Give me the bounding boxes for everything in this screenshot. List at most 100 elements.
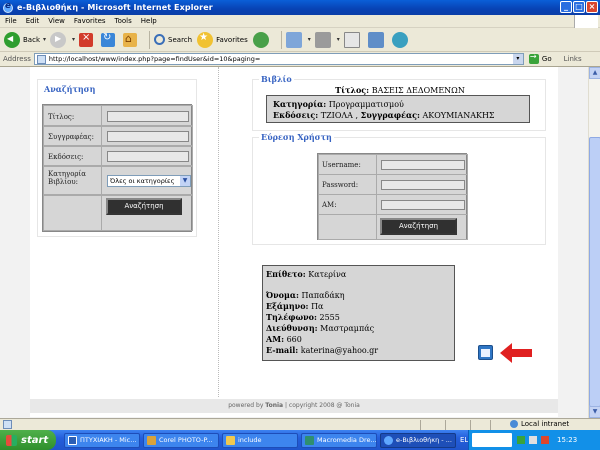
menu-file[interactable]: File [5,17,17,25]
book-title-line: Τίτλος: ΒΑΣΕΙΣ ΔΕΔΟΜΕΝΩΝ [335,85,465,95]
history-icon [252,31,269,48]
result-name: Παπαδάκη [301,291,345,300]
task-corel[interactable]: Corel PHOTO-P... [143,432,219,448]
username-input[interactable] [381,160,465,170]
close-button[interactable]: × [586,1,598,13]
tray-app-icon[interactable] [472,433,512,447]
word-icon [68,435,77,445]
discuss-button[interactable] [367,31,387,48]
password-input[interactable] [381,180,465,190]
search-icon [154,34,166,45]
dreamweaver-icon [305,435,314,445]
menu-tools[interactable]: Tools [115,17,132,25]
book-section-title: Βιβλίο [259,74,294,84]
minimize-button[interactable]: _ [560,1,572,13]
go-button[interactable]: Go [528,52,552,64]
author-row: Συγγραφέας: [43,125,193,147]
book-info-box: Βιβλίο Τίτλος: ΒΑΣΕΙΣ ΔΕΔΟΜΕΝΩΝ Κατηγορί… [252,74,546,131]
username-label: Username: [318,154,376,175]
refresh-button[interactable] [101,32,118,47]
category-select[interactable]: Όλες οι κατηγορίες ▼ [107,175,191,187]
scroll-down-icon[interactable]: ▼ [589,406,600,418]
task-dreamweaver[interactable]: Macromedia Dre... [301,432,377,448]
category-row: Κατηγορία Βιβλίου: Όλες οι κατηγορίες ▼ [43,165,193,195]
publisher-row: Εκδόσεις: [43,145,193,167]
book-author: ΑΚΟΥΜΙΑΝΑΚΗΣ [422,111,495,120]
menu-favorites[interactable]: Favorites [74,17,106,25]
window-title: e-Βιβλιοθήκη - Microsoft Internet Explor… [17,3,213,12]
user-search-form: Username: Password: AM: Αναζήτηση [317,153,468,240]
folder-icon [226,435,235,445]
scroll-thumb[interactable] [589,137,600,407]
book-search-button[interactable]: Αναζήτηση [106,198,182,215]
book-details: Κατηγορία: Προγραμματισμού Εκδόσεις: ΤΖΙ… [266,95,530,123]
menu-edit[interactable]: Edit [26,17,40,25]
author-input[interactable] [107,131,189,142]
security-zone: Local intranet [510,420,569,428]
ie-logo-icon [3,1,13,13]
window-titlebar: e-Βιβλιοθήκη - Microsoft Internet Explor… [0,0,600,15]
am-input[interactable] [381,200,465,210]
print-dropdown-icon[interactable]: ▾ [337,36,340,43]
back-button[interactable]: Back [4,31,40,48]
result-semester: Πα [311,302,324,311]
chevron-down-icon: ▼ [180,176,190,186]
book-category: Προγραμματισμού [328,100,404,109]
book-search-title: Αναζήτηση [42,84,98,94]
links-button[interactable]: Links [564,55,582,63]
home-button[interactable] [123,32,140,47]
vertical-scrollbar[interactable]: ▲ ▼ [588,67,600,418]
menu-help[interactable]: Help [141,17,157,25]
stop-icon [79,32,94,47]
corel-icon [147,435,156,445]
book-search-form: Τίτλος: Συγγραφέας: Εκδόσεις: Κατηγορία … [42,104,193,232]
mail-button[interactable] [285,31,305,48]
author-label: Συγγραφέας: [43,125,101,147]
page-viewport: Αναζήτηση Τίτλος: Συγγραφέας: Εκδόσεις: … [0,67,588,418]
mail-icon [285,31,302,48]
publisher-input[interactable] [107,151,189,162]
stop-button[interactable] [79,32,96,47]
windows-logo-icon [574,15,598,28]
task-include-folder[interactable]: include [222,432,298,448]
clock[interactable]: 15:23 [557,436,577,444]
tray-alert-icon[interactable] [541,436,549,444]
book-publisher: ΤΖΙΟΛΑ [320,111,353,120]
history-button[interactable] [252,31,272,48]
start-button[interactable]: start [0,430,56,450]
lend-book-icon[interactable] [478,345,493,360]
address-url: http://localhost/www/index.php?page=find… [48,55,261,63]
password-label: Password: [318,174,376,195]
mail-dropdown-icon[interactable]: ▾ [308,36,311,43]
scroll-up-icon[interactable]: ▲ [589,67,600,79]
status-bar: Local intranet [0,418,600,430]
book-search-box: Αναζήτηση Τίτλος: Συγγραφέας: Εκδόσεις: … [37,79,197,237]
status-page-icon [3,420,12,429]
menu-view[interactable]: View [48,17,65,25]
address-dropdown-icon[interactable]: ▾ [512,54,523,64]
address-input[interactable]: http://localhost/www/index.php?page=find… [33,53,524,65]
task-word[interactable]: ΠΤΥΧΙΑΚΗ - Mic... [64,432,140,448]
search-button-row: Αναζήτηση [43,195,193,231]
refresh-icon [101,32,116,47]
forward-button[interactable] [50,31,69,48]
page-footer: powered by Tonia | copyright 2008 @ Toni… [30,399,558,413]
print-button[interactable] [314,31,334,48]
search-button[interactable]: Search [154,34,192,45]
favorites-button[interactable]: Favorites [197,31,248,48]
title-input[interactable] [107,111,189,122]
messenger-button[interactable] [391,31,411,48]
page-container: Αναζήτηση Τίτλος: Συγγραφέας: Εκδόσεις: … [30,67,558,417]
back-dropdown-icon[interactable]: ▾ [43,36,46,43]
task-ie[interactable]: e-Βιβλιοθήκη - ... [380,432,456,448]
maximize-button[interactable]: □ [573,1,585,13]
edit-button[interactable] [343,31,363,48]
result-email: katerina@yahoo.gr [300,346,379,355]
tray-volume-icon[interactable] [529,436,537,444]
address-bar: Address http://localhost/www/index.php?p… [0,52,600,67]
tray-network-icon[interactable] [517,436,525,444]
forward-dropdown-icon[interactable]: ▾ [72,36,75,43]
result-address: Μαστραμπάς [320,324,375,333]
user-search-button[interactable]: Αναζήτηση [380,218,457,235]
go-arrow-icon [528,52,539,64]
